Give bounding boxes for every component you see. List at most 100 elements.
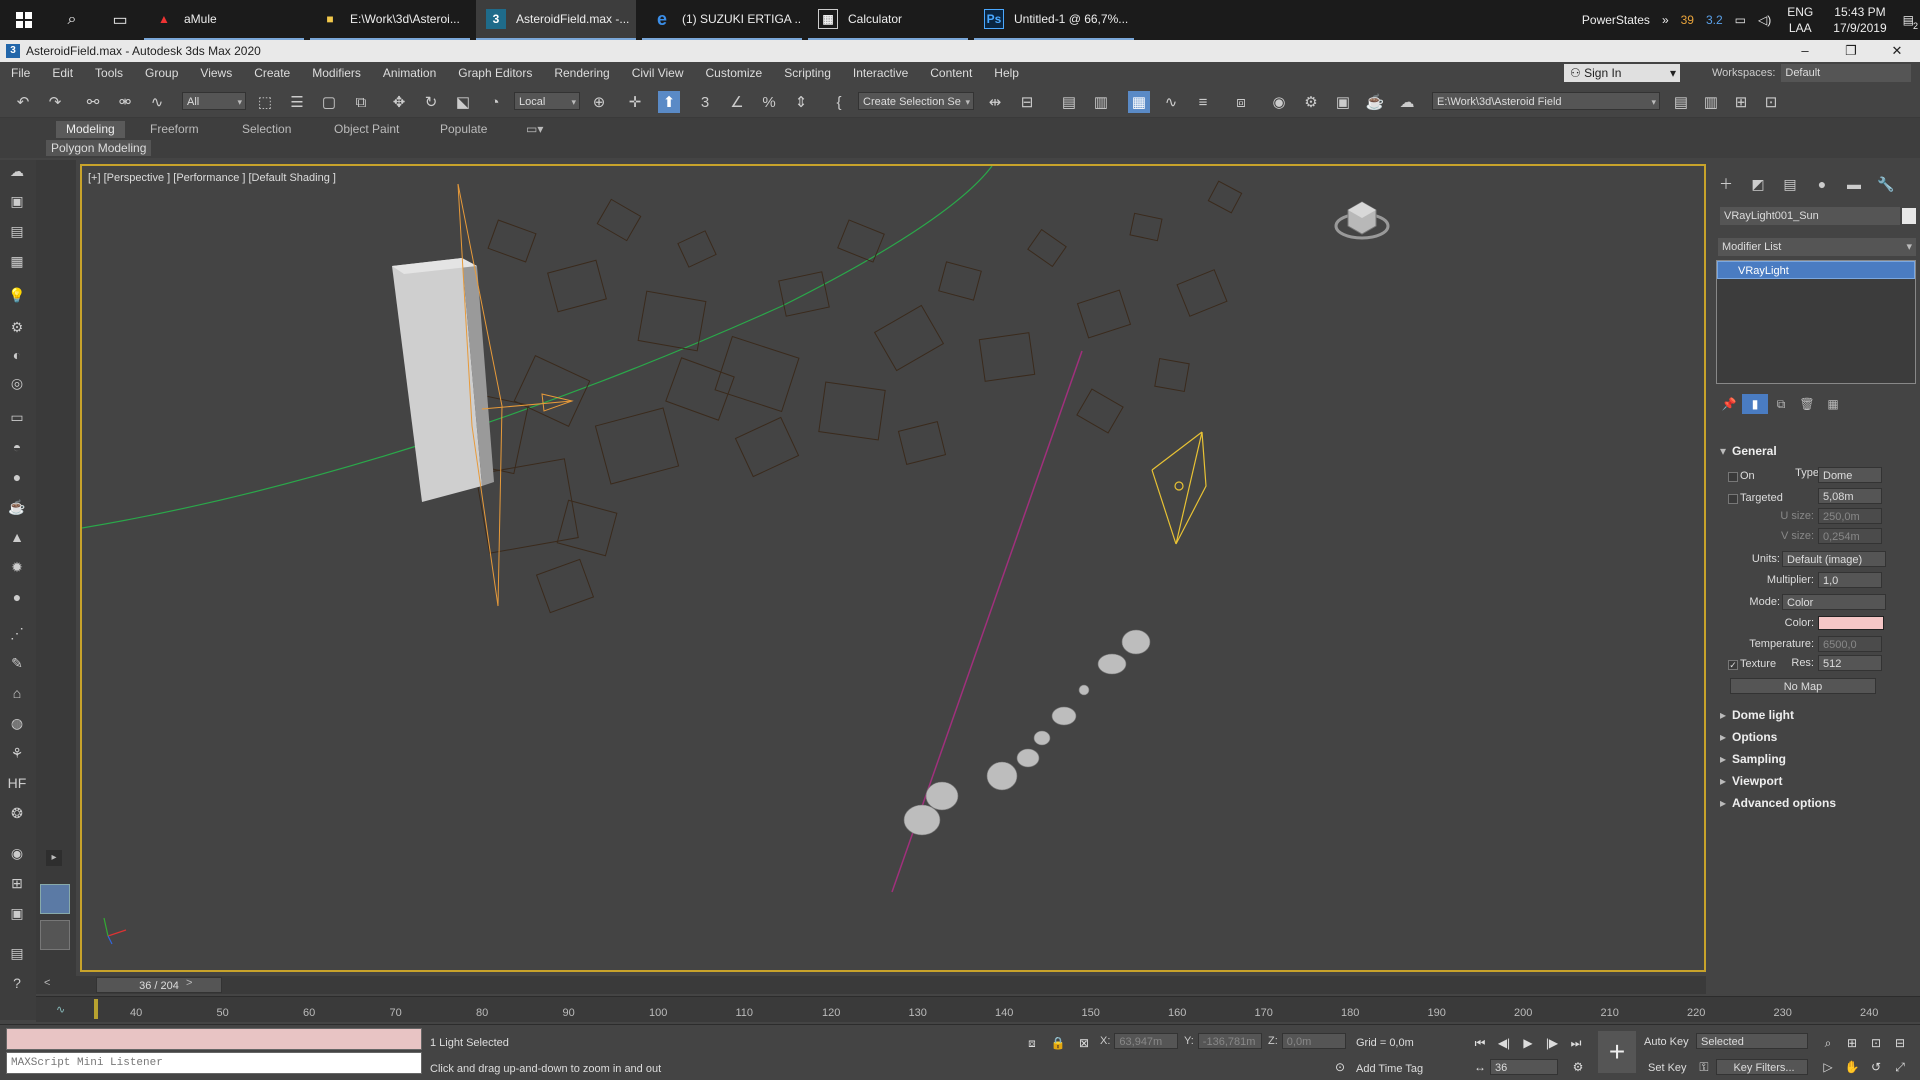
maximize-viewport-icon[interactable]: ⤢ bbox=[1890, 1057, 1910, 1077]
render-in-cloud-icon[interactable]: ☁ bbox=[1396, 91, 1418, 113]
targeted-checkbox[interactable] bbox=[1728, 494, 1738, 504]
menu-create[interactable]: Create bbox=[243, 66, 301, 80]
menu-file[interactable]: File bbox=[0, 66, 41, 80]
minimize-button[interactable]: – bbox=[1782, 40, 1828, 62]
menu-civil-view[interactable]: Civil View bbox=[621, 66, 695, 80]
taskbar-app-amule[interactable]: ▲ aMule bbox=[144, 0, 304, 40]
schematic-view-icon[interactable]: ⧈ bbox=[1230, 91, 1252, 113]
edit-named-selection-icon[interactable]: { bbox=[828, 91, 850, 113]
link-icon[interactable]: ⚯ bbox=[82, 91, 104, 113]
create-icon[interactable]: ☁ bbox=[6, 160, 28, 182]
rotate-icon[interactable]: ↻ bbox=[420, 91, 442, 113]
zoom-extents-all-icon[interactable]: ⊟ bbox=[1890, 1033, 1910, 1053]
type-dropdown[interactable]: Dome bbox=[1818, 467, 1882, 483]
rollout-advanced-options[interactable]: Advanced options bbox=[1714, 794, 1918, 812]
key-mode-dropdown[interactable]: Selected bbox=[1696, 1033, 1808, 1049]
field-of-view-icon[interactable]: ▷ bbox=[1818, 1057, 1838, 1077]
no-map-button[interactable]: No Map bbox=[1730, 678, 1876, 694]
undo-icon[interactable]: ↶ bbox=[12, 91, 34, 113]
align-icon[interactable]: ⊟ bbox=[1016, 91, 1038, 113]
search-icon[interactable]: ⌕ bbox=[48, 0, 96, 40]
named-selection-sets-dropdown[interactable]: Create Selection Se bbox=[858, 92, 974, 111]
material-sphere-icon[interactable]: ◉ bbox=[6, 842, 28, 864]
menu-group[interactable]: Group bbox=[134, 66, 189, 80]
language-indicator[interactable]: ENG LAA bbox=[1787, 4, 1813, 36]
add-time-tag[interactable]: Add Time Tag bbox=[1356, 1063, 1423, 1075]
pan-icon[interactable]: ✋ bbox=[1842, 1057, 1862, 1077]
key-mode-icon[interactable]: ↔ bbox=[1470, 1057, 1490, 1077]
help-icon[interactable]: ? bbox=[6, 972, 28, 994]
project-folder-icon[interactable]: ▤ bbox=[1670, 91, 1692, 113]
spinner-snap-icon[interactable]: ⇕ bbox=[790, 91, 812, 113]
menu-content[interactable]: Content bbox=[919, 66, 983, 80]
next-frame-icon[interactable]: > bbox=[186, 977, 192, 989]
utilities-tab-icon[interactable]: 🔧 bbox=[1870, 172, 1902, 196]
tab-populate[interactable]: Populate bbox=[430, 121, 497, 138]
plane-icon[interactable]: ▭ bbox=[6, 406, 28, 428]
open-project-icon[interactable]: ▥ bbox=[1700, 91, 1722, 113]
menu-modifiers[interactable]: Modifiers bbox=[301, 66, 372, 80]
curve-editor-icon[interactable]: ∿ bbox=[1160, 91, 1182, 113]
menu-tools[interactable]: Tools bbox=[84, 66, 134, 80]
make-unique-icon[interactable]: ⧉ bbox=[1768, 394, 1794, 414]
time-slider-thumb[interactable]: 36 / 204 bbox=[96, 977, 222, 993]
zoom-extents-icon[interactable]: ⊡ bbox=[1866, 1033, 1886, 1053]
bind-space-warp-icon[interactable]: ∿ bbox=[146, 91, 168, 113]
on-checkbox[interactable] bbox=[1728, 472, 1738, 482]
close-button[interactable]: ✕ bbox=[1874, 40, 1920, 62]
viewport-layout-alt[interactable] bbox=[40, 920, 70, 950]
plant-icon[interactable]: ⚘ bbox=[6, 742, 28, 764]
set-project-icon[interactable]: ⊡ bbox=[1760, 91, 1782, 113]
teapot-icon[interactable]: ☕ bbox=[6, 496, 28, 518]
menu-graph-editors[interactable]: Graph Editors bbox=[447, 66, 543, 80]
container-icon[interactable]: ⊞ bbox=[6, 872, 28, 894]
color-swatch[interactable] bbox=[1818, 616, 1884, 630]
key-filter-icon[interactable]: ⚿ bbox=[1694, 1057, 1714, 1077]
set-key-button[interactable]: Set Key bbox=[1648, 1059, 1687, 1077]
go-to-end-icon[interactable]: ⏭ bbox=[1566, 1033, 1586, 1053]
task-view-icon[interactable]: ▭ bbox=[96, 0, 144, 40]
isolate-selection-icon[interactable]: ⧈ bbox=[1022, 1033, 1042, 1053]
scene-explorer-icon[interactable]: ▦ bbox=[1128, 91, 1150, 113]
ribbon-options-icon[interactable]: ▭▾ bbox=[516, 121, 553, 138]
table-icon[interactable]: ▦ bbox=[6, 250, 28, 272]
object-color-swatch[interactable] bbox=[1902, 208, 1916, 224]
viewcube[interactable] bbox=[1334, 192, 1390, 242]
time-tag-icon[interactable]: ⊙ bbox=[1330, 1057, 1350, 1077]
cone-icon[interactable]: ▲ bbox=[6, 526, 28, 548]
menu-views[interactable]: Views bbox=[189, 66, 243, 80]
tab-selection[interactable]: Selection bbox=[232, 121, 301, 138]
mode-dropdown[interactable]: Color bbox=[1782, 594, 1886, 610]
render-production-icon[interactable]: ☕ bbox=[1364, 91, 1386, 113]
tab-freeform[interactable]: Freeform bbox=[140, 121, 209, 138]
vsize-spinner[interactable]: 0,254m bbox=[1818, 528, 1882, 544]
rendered-frame-window-icon[interactable]: ▣ bbox=[1332, 91, 1354, 113]
multiplier-spinner[interactable]: 1,0 bbox=[1818, 572, 1882, 588]
notifications-icon[interactable]: ▤ 2 bbox=[1903, 13, 1918, 31]
percent-snap-icon[interactable]: % bbox=[758, 91, 780, 113]
rollout-viewport[interactable]: Viewport bbox=[1714, 772, 1918, 790]
chevron-up-icon[interactable]: » bbox=[1662, 13, 1669, 27]
keyboard-shortcut-override-icon[interactable]: ⬆ bbox=[658, 91, 680, 113]
zoom-icon[interactable]: ⌕ bbox=[1818, 1033, 1838, 1053]
polygon-modeling-panel[interactable]: Polygon Modeling bbox=[46, 140, 152, 156]
taskbar-app-calculator[interactable]: ▦ Calculator bbox=[808, 0, 968, 40]
menu-scripting[interactable]: Scripting bbox=[773, 66, 842, 80]
hierarchy-tab-icon[interactable]: ▤ bbox=[1774, 172, 1806, 196]
rect-selection-icon[interactable]: ▢ bbox=[318, 91, 340, 113]
taskbar-app-3dsmax[interactable]: 3 AsteroidField.max -... bbox=[476, 0, 636, 40]
tab-modeling[interactable]: Modeling bbox=[56, 121, 125, 138]
current-frame-field[interactable]: 36 bbox=[1490, 1059, 1558, 1075]
menu-interactive[interactable]: Interactive bbox=[842, 66, 919, 80]
res-spinner[interactable]: 512 bbox=[1818, 655, 1882, 671]
material-editor-icon[interactable]: ◉ bbox=[1268, 91, 1290, 113]
sign-in-dropdown[interactable]: ⚇ Sign In ▾ bbox=[1564, 64, 1680, 82]
render-setup-icon[interactable]: ⚙ bbox=[1300, 91, 1322, 113]
bulb-icon[interactable]: 💡 bbox=[6, 284, 28, 306]
tab-object-paint[interactable]: Object Paint bbox=[324, 121, 409, 138]
maxscript-listener-output[interactable] bbox=[6, 1028, 422, 1050]
go-to-start-icon[interactable]: ⏮ bbox=[1470, 1033, 1490, 1053]
orbit-icon[interactable]: ↺ bbox=[1866, 1057, 1886, 1077]
network-icon[interactable]: ▭ bbox=[1735, 13, 1746, 27]
select-manipulate-icon[interactable]: ✛ bbox=[624, 91, 646, 113]
